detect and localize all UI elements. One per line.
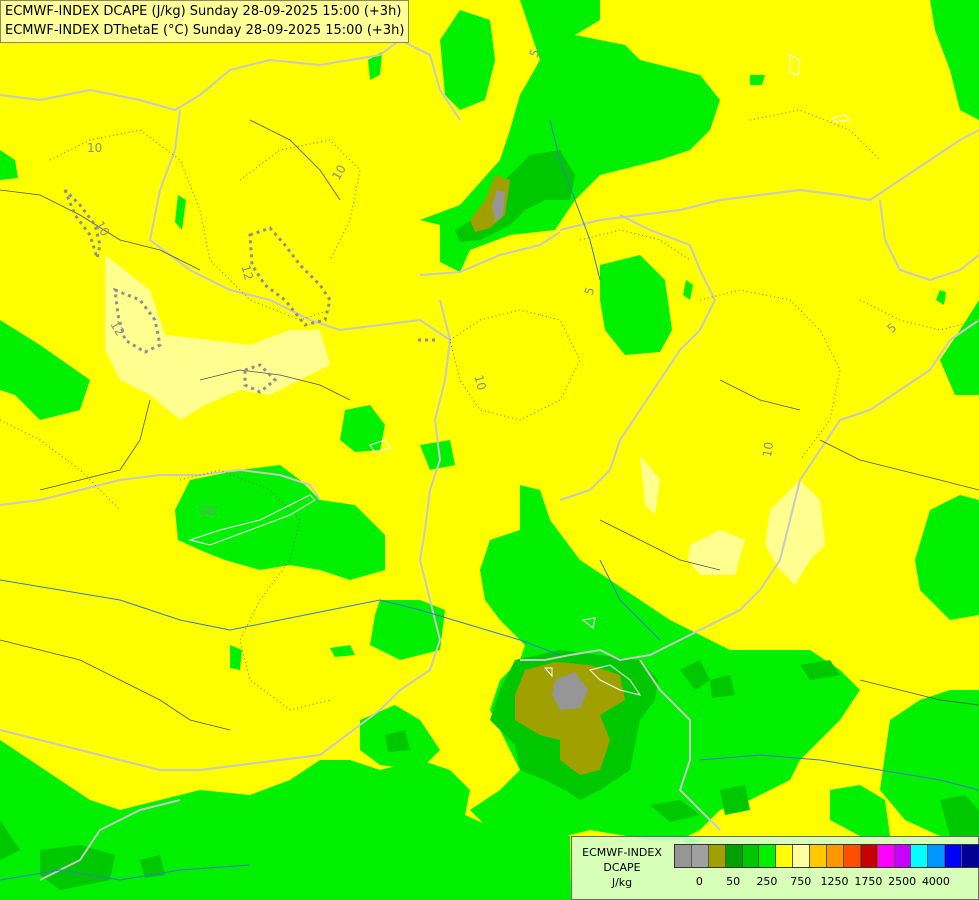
legend-swatch	[911, 845, 929, 867]
legend-swatch	[759, 845, 777, 867]
weather-map: 10 10 10 12 12 10 5 5 10 10 5	[0, 0, 979, 900]
legend-swatch	[691, 845, 709, 867]
legend-swatch	[675, 845, 692, 867]
legend-title-model: ECMWF-INDEX	[582, 846, 662, 859]
contour-label: 10	[87, 141, 102, 155]
legend-swatch	[776, 845, 794, 867]
legend-tick: 1250	[820, 875, 849, 888]
legend-color-scale	[674, 844, 979, 868]
legend-tick: 250	[756, 875, 778, 888]
legend-tick: 50	[726, 875, 741, 888]
legend-swatch	[894, 845, 912, 867]
legend-tick: 0	[695, 875, 703, 888]
legend-swatch	[725, 845, 743, 867]
dthetae-title: ECMWF-INDEX DThetaE (°C) Sunday 28-09-20…	[5, 23, 405, 38]
legend-swatch	[945, 845, 963, 867]
legend-swatch	[877, 845, 895, 867]
legend-swatch	[827, 845, 844, 867]
legend-tick: 4000	[921, 875, 950, 888]
contour-label: 10	[760, 441, 776, 458]
dcape-title: ECMWF-INDEX DCAPE (J/kg) Sunday 28-09-20…	[5, 4, 402, 19]
legend-swatch	[843, 845, 861, 867]
legend-swatch	[742, 845, 760, 867]
contour-label: 10	[200, 504, 215, 518]
legend-tick-labels: 0 50 250 750 1250 1750 2500 4000	[674, 875, 964, 889]
color-legend: ECMWF-INDEX DCAPE J/kg 0 50 250 750 1250 1750…	[571, 836, 979, 900]
legend-tick: 2500	[888, 875, 917, 888]
legend-title-unit: J/kg	[611, 876, 633, 889]
legend-swatch	[962, 845, 979, 867]
legend-title: ECMWF-INDEX DCAPE J/kg	[572, 845, 672, 890]
legend-swatch	[810, 845, 828, 867]
legend-tick: 750	[790, 875, 812, 888]
legend-swatch	[928, 845, 946, 867]
legend-swatch	[860, 845, 878, 867]
map-title-box: ECMWF-INDEX DCAPE (J/kg) Sunday 28-09-20…	[0, 0, 410, 43]
legend-swatch	[708, 845, 726, 867]
legend-tick: 1750	[854, 875, 883, 888]
legend-swatch	[793, 845, 811, 867]
legend-title-parameter: DCAPE	[603, 861, 641, 874]
